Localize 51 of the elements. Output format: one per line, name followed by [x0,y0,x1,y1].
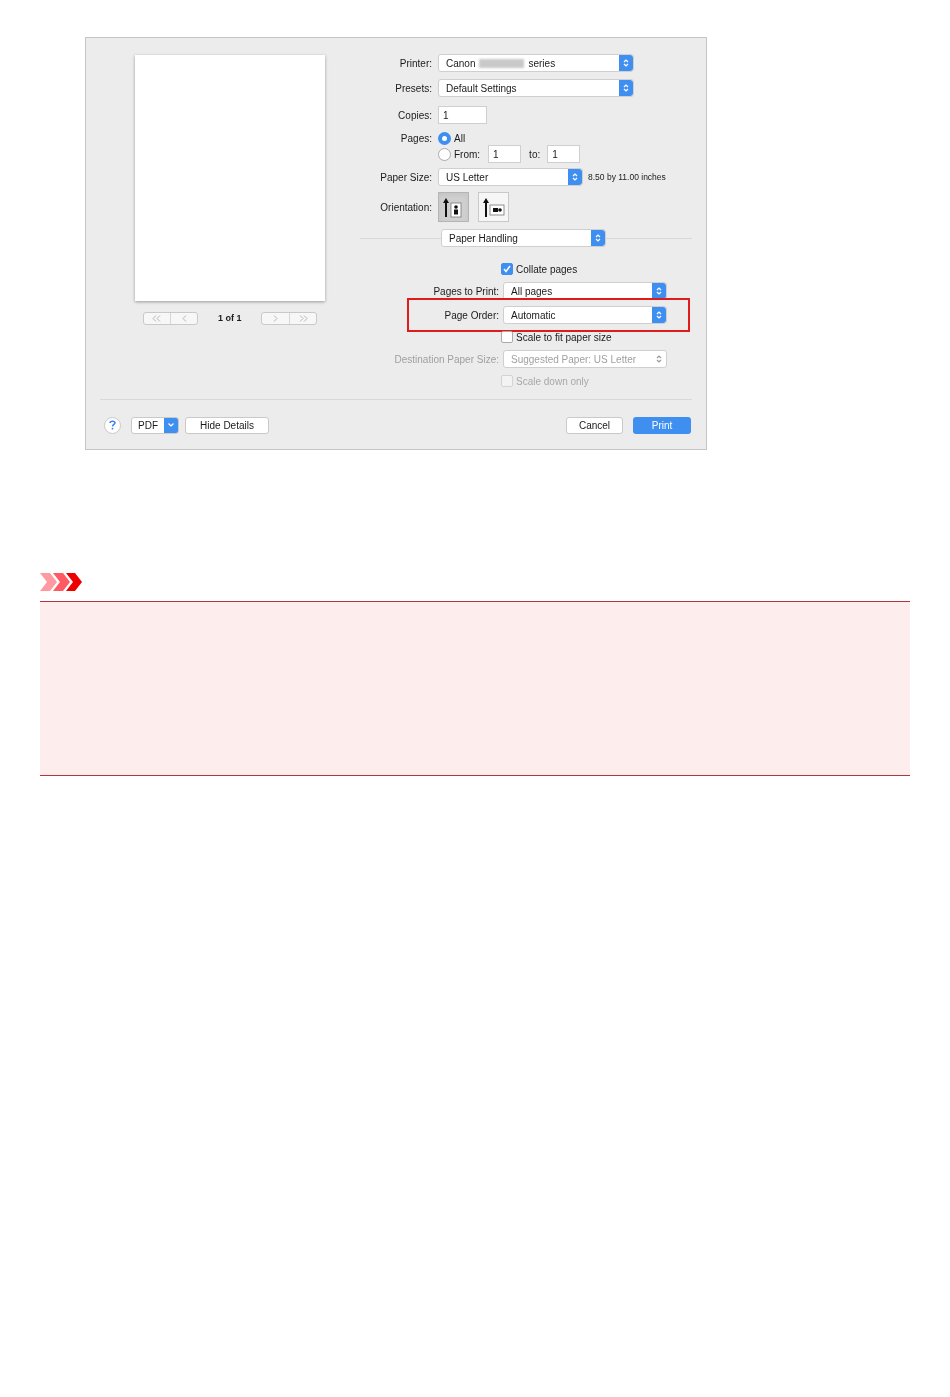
field-label: Pages: [399,131,432,146]
help-button[interactable] [104,416,121,434]
field-label: Orientation: [379,200,432,215]
checkmark-icon [503,265,511,273]
double-chevron-right-icon [297,315,308,322]
checkbox-label: Collate pages [516,262,578,277]
important-icon [40,573,83,591]
paper-size-popup[interactable]: US Letter [438,168,583,186]
stepper-icon [656,286,662,296]
stepper-icon [623,58,629,68]
presets-popup[interactable]: Default Settings [438,79,634,97]
checkbox-label: Scale down only [516,374,589,389]
field-label: Page Order: [443,308,499,323]
radio-button[interactable] [438,147,451,161]
from-page-field[interactable]: 1 [488,145,522,163]
stepper-icon [595,233,601,243]
checkbox[interactable] [501,263,513,275]
stepper-icon [656,354,662,364]
checkbox[interactable] [501,331,513,343]
field-label: Paper Size: [379,170,432,185]
section-popup[interactable]: Paper Handling [441,229,606,247]
radio-button[interactable] [438,131,451,145]
orientation-button[interactable] [438,192,469,222]
stepper-icon [656,310,662,320]
field-label: Presets: [394,81,432,96]
paper-dimensions: 8.50 by 11.00 inches [588,170,666,184]
hide-details-button[interactable]: Hide Details [185,416,269,434]
to-page-field[interactable]: 1 [547,145,581,163]
double-chevron-left-icon [152,315,162,322]
popup-button[interactable]: Automatic [503,306,667,324]
page-count: 1 of 1 [218,311,243,325]
chevron-right-icon [272,315,278,322]
radio-label: From: [454,147,481,162]
pdf-menu-button[interactable]: PDF [131,416,179,434]
stepper-icon [572,172,578,182]
cancel-button[interactable]: Cancel [566,416,623,434]
copies-field[interactable]: 1 [438,106,487,124]
chevron-left-icon [181,315,187,322]
orientation-button[interactable] [478,192,509,222]
field-label: Pages to Print: [432,284,499,299]
chevron-down-icon [168,423,174,427]
question-mark-icon [109,420,116,430]
field-label: to: [529,147,541,162]
stepper-icon [623,83,629,93]
printer-popup[interactable]: Canon series [438,54,634,72]
checkbox-label: Scale to fit paper size [516,330,612,345]
field-label: Printer: [398,56,432,71]
field-label: Copies: [397,108,432,123]
radio-label: All [454,131,466,146]
blurred-text [479,58,525,68]
field-label: Destination Paper Size: [393,352,499,367]
